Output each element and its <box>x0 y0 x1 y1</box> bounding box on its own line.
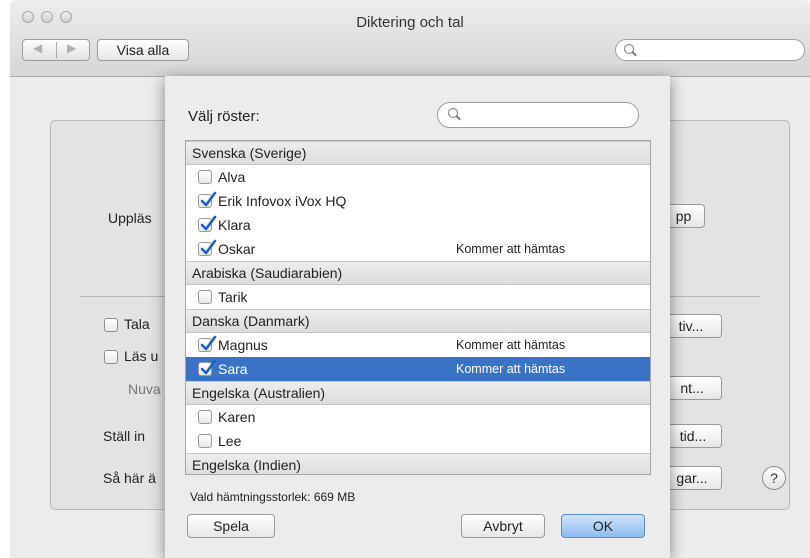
voice-status: Kommer att hämtas <box>456 242 566 256</box>
current-label: Nuva <box>128 381 161 397</box>
speech-label: Uppläs <box>108 210 152 226</box>
change-key-button-label: nt... <box>680 380 704 396</box>
voice-name: Lee <box>218 433 242 449</box>
voice-row[interactable]: Klara <box>186 213 650 237</box>
voice-checkbox[interactable] <box>198 170 212 184</box>
voice-checkbox[interactable] <box>198 335 217 352</box>
nav-back-icon[interactable]: ◀ <box>33 41 42 55</box>
voice-checkbox[interactable] <box>198 215 217 232</box>
window-title: Diktering och tal <box>356 14 464 31</box>
voice-status: Kommer att hämtas <box>456 338 566 352</box>
voice-checkbox[interactable] <box>198 191 217 208</box>
voice-name: Karen <box>218 409 256 425</box>
nav-forward-icon[interactable]: ▶ <box>67 41 76 55</box>
voice-checkbox[interactable] <box>198 239 217 256</box>
group-header: Svenska (Sverige) <box>186 141 650 165</box>
title-bar: Diktering och tal ◀ ▶ Visa alla <box>10 0 810 77</box>
choose-voices-label: Välj röster: <box>188 108 260 125</box>
voice-status: Kommer att hämtas <box>456 362 566 376</box>
voice-row[interactable]: Lee <box>186 429 650 453</box>
voice-name: Klara <box>218 217 251 233</box>
voice-list[interactable]: Svenska (Sverige) Alva Erik Infovox iVox… <box>185 140 651 475</box>
voice-name: Alva <box>218 169 246 185</box>
download-size-text: Vald hämtningsstorlek: 669 MB <box>190 490 356 504</box>
voice-row[interactable]: Tarik <box>186 285 650 309</box>
play-button[interactable]: Spela <box>187 514 275 538</box>
speak-option-label: Tala <box>124 316 150 332</box>
show-all-button[interactable]: Visa alla <box>97 39 189 61</box>
voice-row[interactable]: Karen <box>186 405 650 429</box>
help-button[interactable]: ? <box>762 466 786 490</box>
voice-name: Oskar <box>218 241 256 257</box>
search-icon <box>448 108 458 118</box>
speak-option-button-label: tiv... <box>678 318 704 334</box>
voice-checkbox[interactable] <box>198 434 212 448</box>
voice-name: Magnus <box>218 337 268 353</box>
nav-back-forward: ◀ ▶ <box>22 39 90 61</box>
cancel-button[interactable]: Avbryt <box>461 514 545 538</box>
group-header: Arabiska (Saudiarabien) <box>186 261 650 285</box>
how-label: Så här ä <box>103 470 156 486</box>
voice-row[interactable]: Magnus Kommer att hämtas <box>186 333 650 357</box>
window-search-input[interactable] <box>615 39 805 61</box>
voice-checkbox[interactable] <box>198 359 217 376</box>
voice-row[interactable]: Alva <box>186 165 650 189</box>
voice-search-input[interactable] <box>437 102 639 128</box>
group-header: Danska (Danmark) <box>186 309 650 333</box>
set-label: Ställ in <box>103 428 146 444</box>
voice-checkbox[interactable] <box>198 410 212 424</box>
set-time-button-label: tid... <box>679 428 707 444</box>
settings-button-label: gar... <box>676 470 708 486</box>
voice-row-selected[interactable]: Sara Kommer att hämtas <box>186 357 650 381</box>
nav-divider <box>56 42 57 58</box>
group-header: Engelska (Australien) <box>186 381 650 405</box>
search-icon <box>624 44 634 54</box>
voice-selection-sheet: Välj röster: Svenska (Sverige) Alva Erik… <box>165 76 670 558</box>
ok-button[interactable]: OK <box>561 514 645 538</box>
voice-checkbox[interactable] <box>198 290 212 304</box>
speak-option-checkbox[interactable] <box>104 318 118 332</box>
read-option-checkbox[interactable] <box>104 350 118 364</box>
voice-name: Erik Infovox iVox HQ <box>218 193 347 209</box>
voice-row[interactable]: Erik Infovox iVox HQ <box>186 189 650 213</box>
voice-row[interactable]: Oskar Kommer att hämtas <box>186 237 650 261</box>
read-option-label: Läs u <box>124 348 159 364</box>
voice-name: Tarik <box>218 289 248 305</box>
group-header: Engelska (Indien) <box>186 453 650 474</box>
voice-name: Sara <box>218 361 248 377</box>
